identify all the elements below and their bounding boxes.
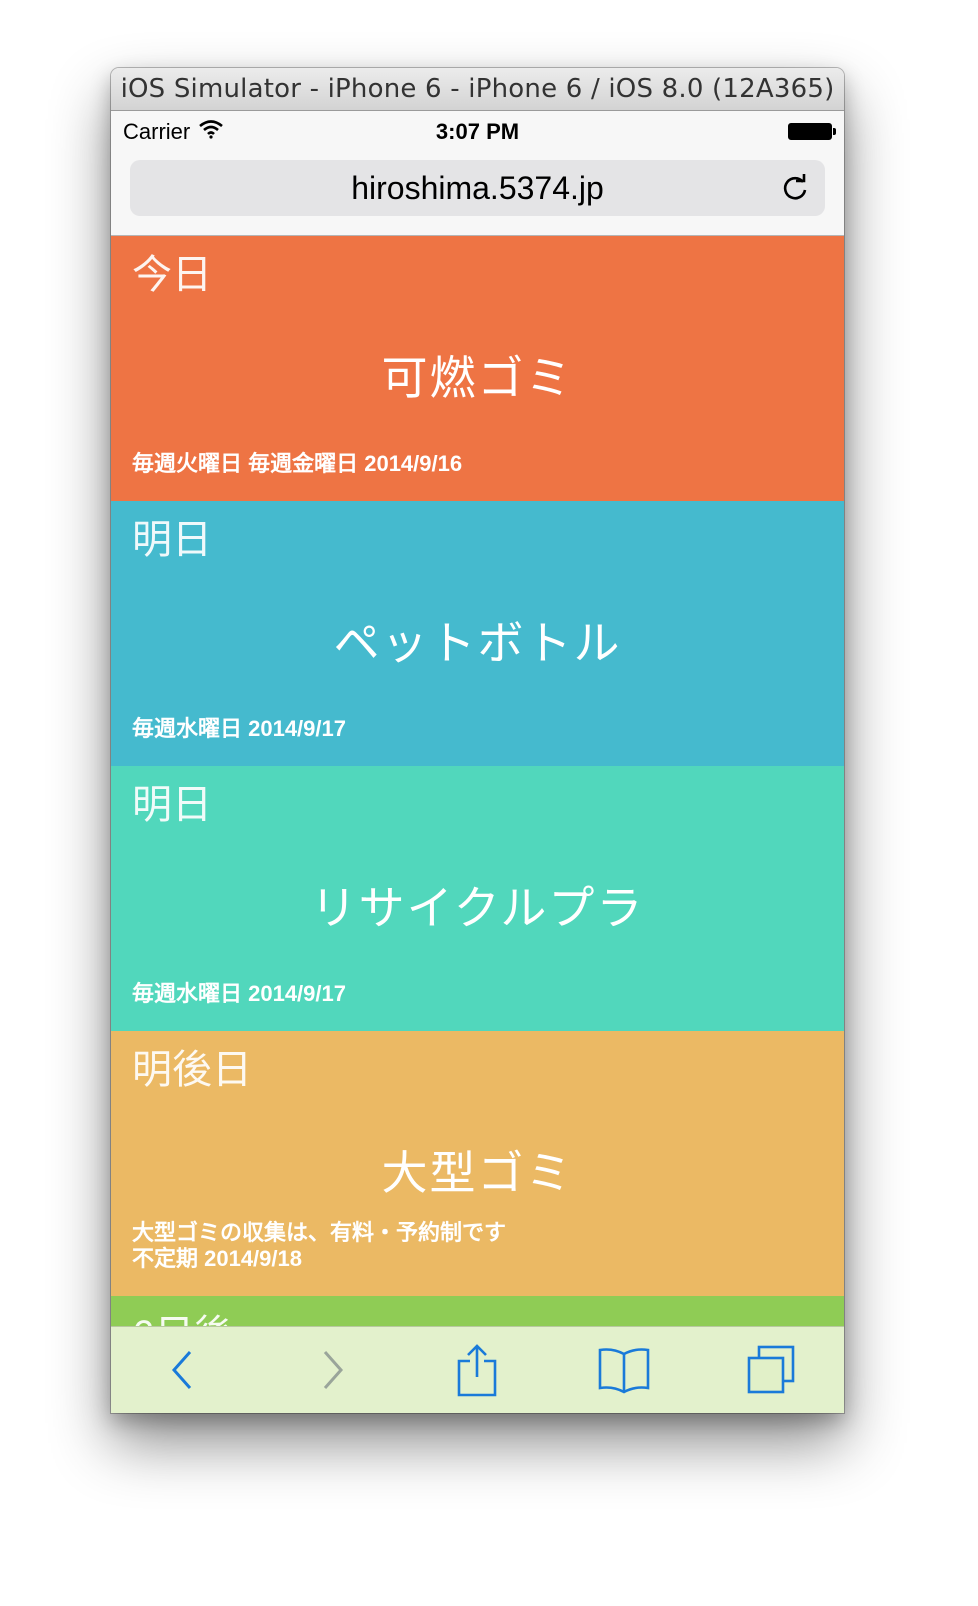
garbage-card[interactable]: 明後日 大型ゴミ 大型ゴミの収集は、有料・予約制です 不定期 2014/9/18 bbox=[111, 1031, 844, 1296]
reload-icon[interactable] bbox=[779, 172, 811, 204]
card-garbage-type: ペットボトル bbox=[333, 617, 622, 669]
forward-icon[interactable] bbox=[301, 1340, 361, 1400]
card-schedule-line: 大型ゴミの収集は、有料・予約制です bbox=[132, 1220, 507, 1245]
card-garbage-type: 大型ゴミ bbox=[381, 1147, 574, 1199]
card-schedule: 毎週水曜日 2014/9/17 bbox=[132, 981, 346, 1006]
status-time: 3:07 PM bbox=[435, 119, 520, 144]
card-schedule: 毎週水曜日 2014/9/17 bbox=[132, 716, 346, 741]
garbage-card[interactable]: 明日 ペットボトル 毎週水曜日 2014/9/17 bbox=[111, 501, 844, 766]
back-icon[interactable] bbox=[154, 1340, 214, 1400]
card-schedule-line: 不定期 2014/9/18 bbox=[132, 1246, 302, 1271]
status-bar: Carrier 3:07 PM bbox=[111, 111, 844, 153]
card-day: 6日後 bbox=[132, 1302, 234, 1327]
window-title: iOS Simulator - iPhone 6 - iPhone 6 / iO… bbox=[120, 74, 835, 104]
card-day: 今日 bbox=[132, 253, 212, 297]
bookmarks-icon[interactable] bbox=[594, 1340, 654, 1400]
url-text: hiroshima.5374.jp bbox=[351, 169, 604, 206]
garbage-card[interactable]: 今日 可燃ゴミ 毎週火曜日 毎週金曜日 2014/9/16 bbox=[111, 236, 844, 501]
card-day: 明後日 bbox=[132, 1048, 252, 1092]
simulator-window: iOS Simulator - iPhone 6 - iPhone 6 / iO… bbox=[111, 68, 844, 1413]
garbage-card[interactable]: 6日後 bbox=[111, 1296, 844, 1327]
card-garbage-type: リサイクルプラ bbox=[310, 882, 645, 934]
card-day: 明日 bbox=[132, 518, 212, 562]
address-bar[interactable]: hiroshima.5374.jp bbox=[130, 160, 825, 216]
share-icon[interactable] bbox=[447, 1340, 507, 1400]
window-titlebar: iOS Simulator - iPhone 6 - iPhone 6 / iO… bbox=[111, 68, 844, 111]
tabs-icon[interactable] bbox=[741, 1340, 801, 1400]
browser-address-area: hiroshima.5374.jp bbox=[111, 153, 844, 236]
page-content: 今日 可燃ゴミ 毎週火曜日 毎週金曜日 2014/9/16 明日 ペットボトル … bbox=[111, 236, 844, 1327]
battery-icon bbox=[788, 123, 836, 140]
card-schedule: 大型ゴミの収集は、有料・予約制です 不定期 2014/9/18 bbox=[132, 1220, 506, 1272]
garbage-card[interactable]: 明日 リサイクルプラ 毎週水曜日 2014/9/17 bbox=[111, 766, 844, 1031]
card-day: 明日 bbox=[132, 783, 212, 827]
card-schedule: 毎週火曜日 毎週金曜日 2014/9/16 bbox=[132, 451, 463, 476]
browser-toolbar bbox=[111, 1326, 844, 1413]
card-garbage-type: 可燃ゴミ bbox=[381, 352, 574, 404]
